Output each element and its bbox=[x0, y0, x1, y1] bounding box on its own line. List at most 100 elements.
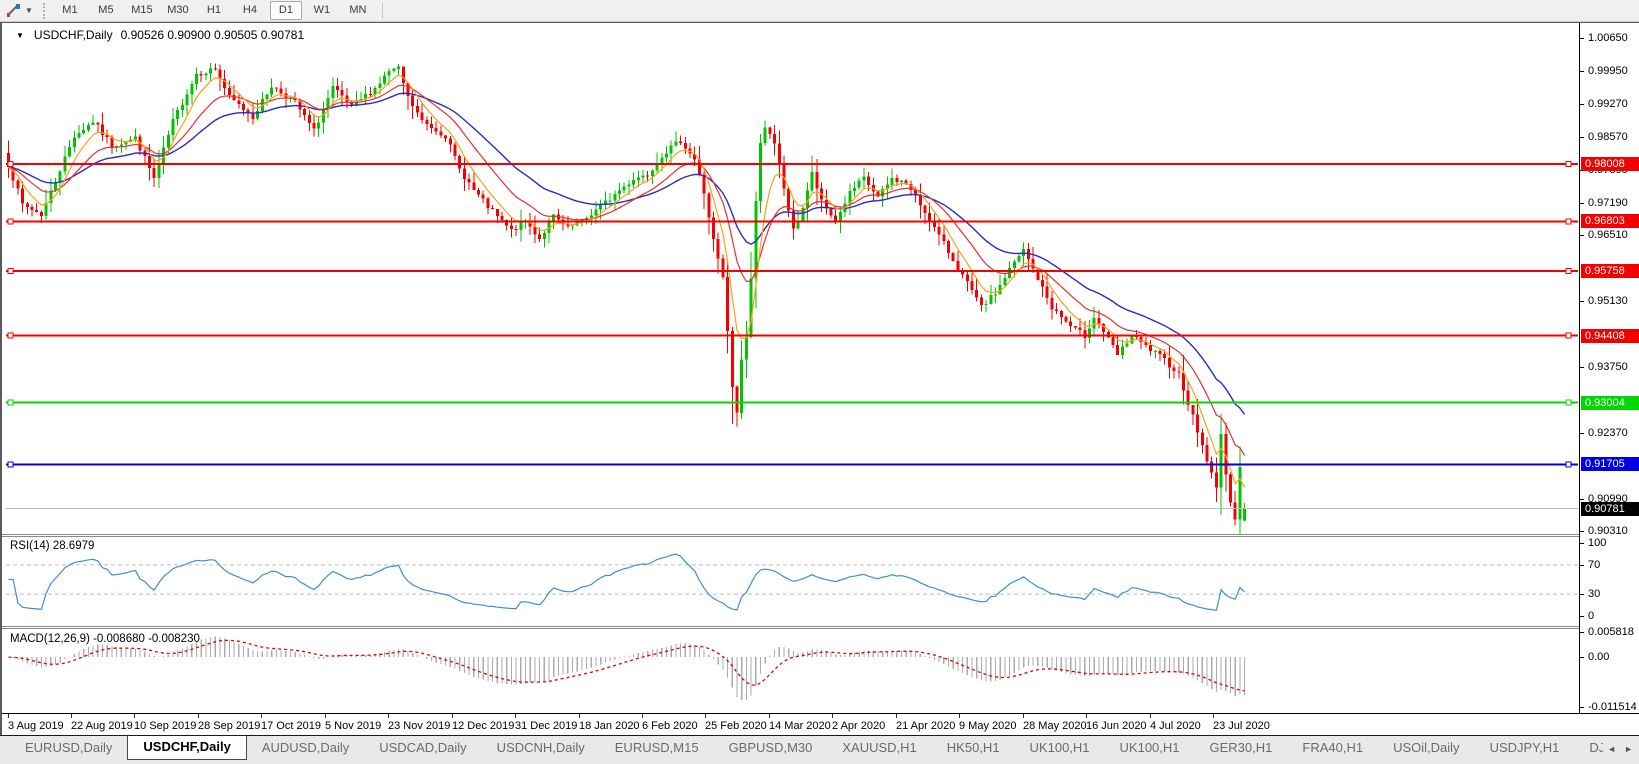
timeframe-toolbar: ▼ M1M5M15M30H1H4D1W1MN bbox=[0, 0, 1639, 22]
hline-handle bbox=[1566, 333, 1571, 338]
timeframe-button-h1[interactable]: H1 bbox=[198, 1, 230, 20]
chart-cursor-tool-icon bbox=[6, 3, 22, 18]
macd-histogram bbox=[9, 637, 1245, 701]
price-tickmark bbox=[1580, 71, 1584, 72]
timeframe-button-m5[interactable]: M5 bbox=[90, 1, 122, 20]
price-tick-label: 0.93750 bbox=[1588, 361, 1628, 373]
date-label: 31 Dec 2019 bbox=[515, 720, 577, 732]
macd-tickmark bbox=[1580, 707, 1584, 708]
hline-handle bbox=[8, 269, 13, 274]
hline-handle bbox=[1566, 162, 1571, 167]
toolbar-separator bbox=[382, 3, 383, 19]
timeframe-button-mn[interactable]: MN bbox=[342, 1, 374, 20]
tool-dropdown-caret-icon[interactable]: ▼ bbox=[25, 6, 33, 15]
price-tick-label: 0.98570 bbox=[1588, 131, 1628, 143]
price-tickmark bbox=[1580, 301, 1584, 302]
tab-gbpusd-m30[interactable]: GBPUSD,M30 bbox=[714, 737, 828, 759]
main-chart-canvas[interactable] bbox=[6, 25, 1578, 534]
tab-usdcnh-daily[interactable]: USDCNH,Daily bbox=[482, 737, 600, 759]
tab-eurusd-daily[interactable]: EURUSD,Daily bbox=[10, 737, 127, 759]
chart-tool-button[interactable]: ▼ bbox=[0, 0, 39, 21]
trading-platform-window: ▼ M1M5M15M30H1H4D1W1MN ▼ USDCHF,Daily 0.… bbox=[0, 0, 1639, 764]
chart-dropdown-icon[interactable]: ▼ bbox=[16, 31, 24, 40]
tab-ger30-h1[interactable]: GER30,H1 bbox=[1195, 737, 1288, 759]
hline-handle bbox=[8, 162, 13, 167]
tab-usdchf-daily[interactable]: USDCHF,Daily bbox=[127, 736, 246, 760]
ma-line-slow bbox=[9, 93, 1245, 414]
timeframe-button-w1[interactable]: W1 bbox=[306, 1, 338, 20]
date-label: 4 Jul 2020 bbox=[1150, 720, 1201, 732]
hline-price-label: 0.98008 bbox=[1581, 157, 1639, 171]
tab-fra40-h1[interactable]: FRA40,H1 bbox=[1287, 737, 1378, 759]
timeframe-button-m15[interactable]: M15 bbox=[126, 1, 158, 20]
date-tickmark bbox=[71, 714, 72, 718]
price-tick-label: 1.00650 bbox=[1588, 32, 1628, 44]
hline-price-label: 0.94408 bbox=[1581, 329, 1639, 343]
date-tickmark bbox=[705, 714, 706, 718]
date-tickmark bbox=[1023, 714, 1024, 718]
macd-tick-label: 0.00 bbox=[1588, 651, 1609, 663]
price-tickmark bbox=[1580, 104, 1584, 105]
date-tickmark bbox=[896, 714, 897, 718]
price-tickmark bbox=[1580, 499, 1584, 500]
ohlc-values: 0.90526 0.90900 0.90505 0.90781 bbox=[121, 28, 305, 42]
tab-dj30-m15[interactable]: DJ30,M15 bbox=[1574, 737, 1606, 759]
tab-eurusd-m15[interactable]: EURUSD,M15 bbox=[600, 737, 714, 759]
rsi-tick-label: 30 bbox=[1588, 588, 1600, 600]
hline-price-label: 0.91705 bbox=[1581, 457, 1639, 471]
tab-scroll-left-icon[interactable]: ◄ bbox=[1607, 744, 1616, 754]
date-tickmark bbox=[261, 714, 262, 718]
date-tickmark bbox=[959, 714, 960, 718]
date-label: 6 Feb 2020 bbox=[642, 720, 698, 732]
rsi-panel-canvas[interactable] bbox=[6, 537, 1578, 626]
tab-usoil-daily[interactable]: USOil,Daily bbox=[1378, 737, 1474, 759]
tab-hk50-h1[interactable]: HK50,H1 bbox=[932, 737, 1015, 759]
macd-label: MACD(12,26,9) -0.008680 -0.008230 bbox=[10, 633, 200, 645]
macd-panel-canvas[interactable] bbox=[6, 629, 1578, 713]
hline-price-label: 0.96803 bbox=[1581, 214, 1639, 228]
macd-tickmark bbox=[1580, 657, 1584, 658]
rsi-tickmark bbox=[1580, 616, 1584, 617]
candles bbox=[7, 63, 1246, 534]
price-axis[interactable]: 1.006500.999500.992700.985700.978900.971… bbox=[1579, 23, 1639, 713]
price-tick-label: 0.99270 bbox=[1588, 98, 1628, 110]
tab-usdjpy-h1[interactable]: USDJPY,H1 bbox=[1475, 737, 1575, 759]
timeframe-button-m1[interactable]: M1 bbox=[54, 1, 86, 20]
ma-lines bbox=[9, 75, 1245, 487]
date-tickmark bbox=[769, 714, 770, 718]
rsi-tick-label: 0 bbox=[1588, 610, 1594, 622]
tab-xauusd-h1[interactable]: XAUUSD,H1 bbox=[827, 737, 931, 759]
date-axis[interactable]: 3 Aug 201922 Aug 201910 Sep 201928 Sep 2… bbox=[2, 713, 1639, 736]
rsi-line bbox=[9, 554, 1245, 610]
timeframe-button-d1[interactable]: D1 bbox=[270, 1, 302, 20]
date-tickmark bbox=[325, 714, 326, 718]
tab-uk100-h1[interactable]: UK100,H1 bbox=[1015, 737, 1105, 759]
tab-scroll-right-icon[interactable]: ► bbox=[1624, 744, 1633, 754]
tab-audusd-daily[interactable]: AUDUSD,Daily bbox=[247, 737, 364, 759]
tab-usdcad-daily[interactable]: USDCAD,Daily bbox=[364, 737, 481, 759]
hline-handle bbox=[8, 400, 13, 405]
timeframe-button-m30[interactable]: M30 bbox=[162, 1, 194, 20]
rsi-tickmark bbox=[1580, 565, 1584, 566]
date-tickmark bbox=[452, 714, 453, 718]
chart-title: ▼ USDCHF,Daily 0.90526 0.90900 0.90505 0… bbox=[12, 28, 308, 42]
date-tickmark bbox=[1150, 714, 1151, 718]
price-tickmark bbox=[1580, 203, 1584, 204]
tab-uk100-h1[interactable]: UK100,H1 bbox=[1105, 737, 1195, 759]
rsi-tickmark bbox=[1580, 543, 1584, 544]
price-tick-label: 0.96510 bbox=[1588, 229, 1628, 241]
hline-price-label: 0.93004 bbox=[1581, 396, 1639, 410]
hline-handle bbox=[1566, 400, 1571, 405]
date-label: 16 Jun 2020 bbox=[1086, 720, 1147, 732]
date-tickmark bbox=[1213, 714, 1214, 718]
current-price-label: 0.90781 bbox=[1581, 502, 1639, 516]
date-label: 21 Apr 2020 bbox=[896, 720, 955, 732]
date-label: 23 Nov 2019 bbox=[388, 720, 450, 732]
macd-tickmark bbox=[1580, 632, 1584, 633]
date-label: 12 Dec 2019 bbox=[452, 720, 514, 732]
date-label: 10 Sep 2019 bbox=[134, 720, 196, 732]
date-tickmark bbox=[832, 714, 833, 718]
rsi-tick-label: 70 bbox=[1588, 559, 1600, 571]
timeframe-button-h4[interactable]: H4 bbox=[234, 1, 266, 20]
chart-window: ▼ USDCHF,Daily 0.90526 0.90900 0.90505 0… bbox=[0, 22, 1639, 735]
